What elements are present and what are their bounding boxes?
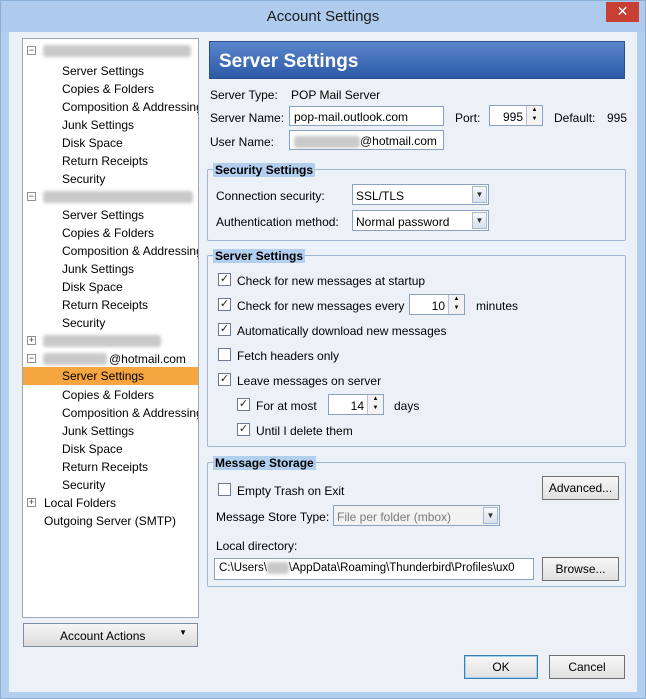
server-type-value: POP Mail Server <box>291 88 381 102</box>
check-every-checkbox[interactable]: ✓ <box>218 298 231 311</box>
close-button[interactable]: ✕ <box>606 2 639 22</box>
spin-arrows-icon[interactable]: ▲ ▼ <box>367 395 383 414</box>
redacted-account-name <box>43 45 191 57</box>
check-every-stepper[interactable]: 10 ▲ ▼ <box>409 294 465 315</box>
tree-item-composition[interactable]: Composition & Addressing <box>23 98 198 116</box>
collapse-icon[interactable]: − <box>27 46 36 55</box>
empty-trash-checkbox[interactable] <box>218 483 231 496</box>
default-label: Default: <box>554 111 596 125</box>
check-startup-label: Check for new messages at startup <box>237 274 426 288</box>
redacted-account-name <box>43 191 193 203</box>
panel-header: Server Settings <box>209 41 625 79</box>
local-directory-label: Local directory: <box>216 539 298 553</box>
browse-button[interactable]: Browse... <box>542 557 619 581</box>
fetch-headers-label: Fetch headers only <box>237 349 340 363</box>
check-every-label: Check for new messages every <box>237 299 405 313</box>
for-at-most-stepper[interactable]: 14 ▲ ▼ <box>328 394 384 415</box>
redacted-user-folder <box>266 562 289 574</box>
account-tree: − Server Settings Copies & Folders Compo… <box>22 38 199 618</box>
local-directory-input[interactable]: C:\Users\ \AppData\Roaming\Thunderbird\Pr… <box>214 558 534 580</box>
default-value: 995 <box>607 111 628 125</box>
tree-account-3[interactable]: + <box>23 332 198 350</box>
spin-arrows-icon[interactable]: ▲ ▼ <box>526 106 542 125</box>
user-name-input[interactable]: @hotmail.com <box>289 130 444 150</box>
chevron-down-icon: ▼ <box>472 186 487 203</box>
message-storage-title: Message Storage <box>213 456 316 470</box>
port-stepper[interactable]: 995 ▲ ▼ <box>489 105 543 126</box>
leave-messages-checkbox[interactable]: ✓ <box>218 373 231 386</box>
until-delete-checkbox[interactable]: ✓ <box>237 423 250 436</box>
expand-icon[interactable]: + <box>27 336 36 345</box>
auth-method-label: Authentication method: <box>216 215 339 229</box>
for-at-most-checkbox[interactable]: ✓ <box>237 398 250 411</box>
expand-icon[interactable]: + <box>27 498 36 507</box>
server-type-label: Server Type: <box>210 88 278 102</box>
until-delete-label: Until I delete them <box>256 424 353 438</box>
collapse-icon[interactable]: − <box>27 192 36 201</box>
dropdown-arrow-icon: ▼ <box>179 628 187 637</box>
spin-arrows-icon[interactable]: ▲ ▼ <box>448 295 464 314</box>
server-settings-title: Server Settings <box>213 249 306 263</box>
port-label: Port: <box>455 111 481 125</box>
connection-security-select[interactable]: SSL/TLS ▼ <box>352 184 489 205</box>
cancel-button[interactable]: Cancel <box>549 655 625 679</box>
tree-account-1[interactable]: − <box>23 42 198 60</box>
tree-account-4[interactable]: − @hotmail.com <box>23 350 198 368</box>
tree-account-2[interactable]: − <box>23 188 198 206</box>
redacted-user-name <box>294 135 360 148</box>
leave-messages-label: Leave messages on server <box>237 374 382 388</box>
tree-item-server-settings-selected[interactable]: Server Settings <box>23 367 198 385</box>
auto-download-label: Automatically download new messages <box>237 324 447 338</box>
for-at-most-label: For at most <box>256 399 317 413</box>
account-settings-window: Account Settings ✕ − Server Settings Cop… <box>0 0 646 699</box>
store-type-select[interactable]: File per folder (mbox) ▼ <box>333 505 500 526</box>
connection-security-label: Connection security: <box>216 189 325 203</box>
server-name-input[interactable]: pop-mail.outlook.com <box>289 106 444 126</box>
tree-item-composition[interactable]: Composition & Addressing <box>23 242 198 260</box>
server-name-label: Server Name: <box>210 111 285 125</box>
days-label: days <box>394 399 420 413</box>
store-type-label: Message Store Type: <box>216 510 330 524</box>
auth-method-select[interactable]: Normal password ▼ <box>352 210 489 231</box>
panel-title: Server Settings <box>219 51 359 72</box>
tree-item-composition[interactable]: Composition & Addressing <box>23 404 198 422</box>
chevron-down-icon: ▼ <box>472 212 487 229</box>
redacted-account-name <box>43 335 161 347</box>
redacted-account-name <box>43 353 107 365</box>
account-actions-button[interactable]: Account Actions ▼ <box>23 623 198 647</box>
auto-download-checkbox[interactable]: ✓ <box>218 323 231 336</box>
window-title: Account Settings <box>266 8 380 25</box>
user-name-label: User Name: <box>210 135 275 149</box>
security-settings-title: Security Settings <box>213 163 316 177</box>
chevron-down-icon: ▼ <box>483 507 498 524</box>
ok-button[interactable]: OK <box>464 655 538 679</box>
check-startup-checkbox[interactable]: ✓ <box>218 273 231 286</box>
close-icon: ✕ <box>616 3 629 19</box>
fetch-headers-checkbox[interactable] <box>218 348 231 361</box>
empty-trash-label: Empty Trash on Exit <box>237 484 345 498</box>
collapse-icon[interactable]: − <box>27 354 36 363</box>
minutes-label: minutes <box>476 299 519 313</box>
title-bar: Account Settings ✕ <box>1 1 645 32</box>
advanced-button[interactable]: Advanced... <box>542 476 619 500</box>
